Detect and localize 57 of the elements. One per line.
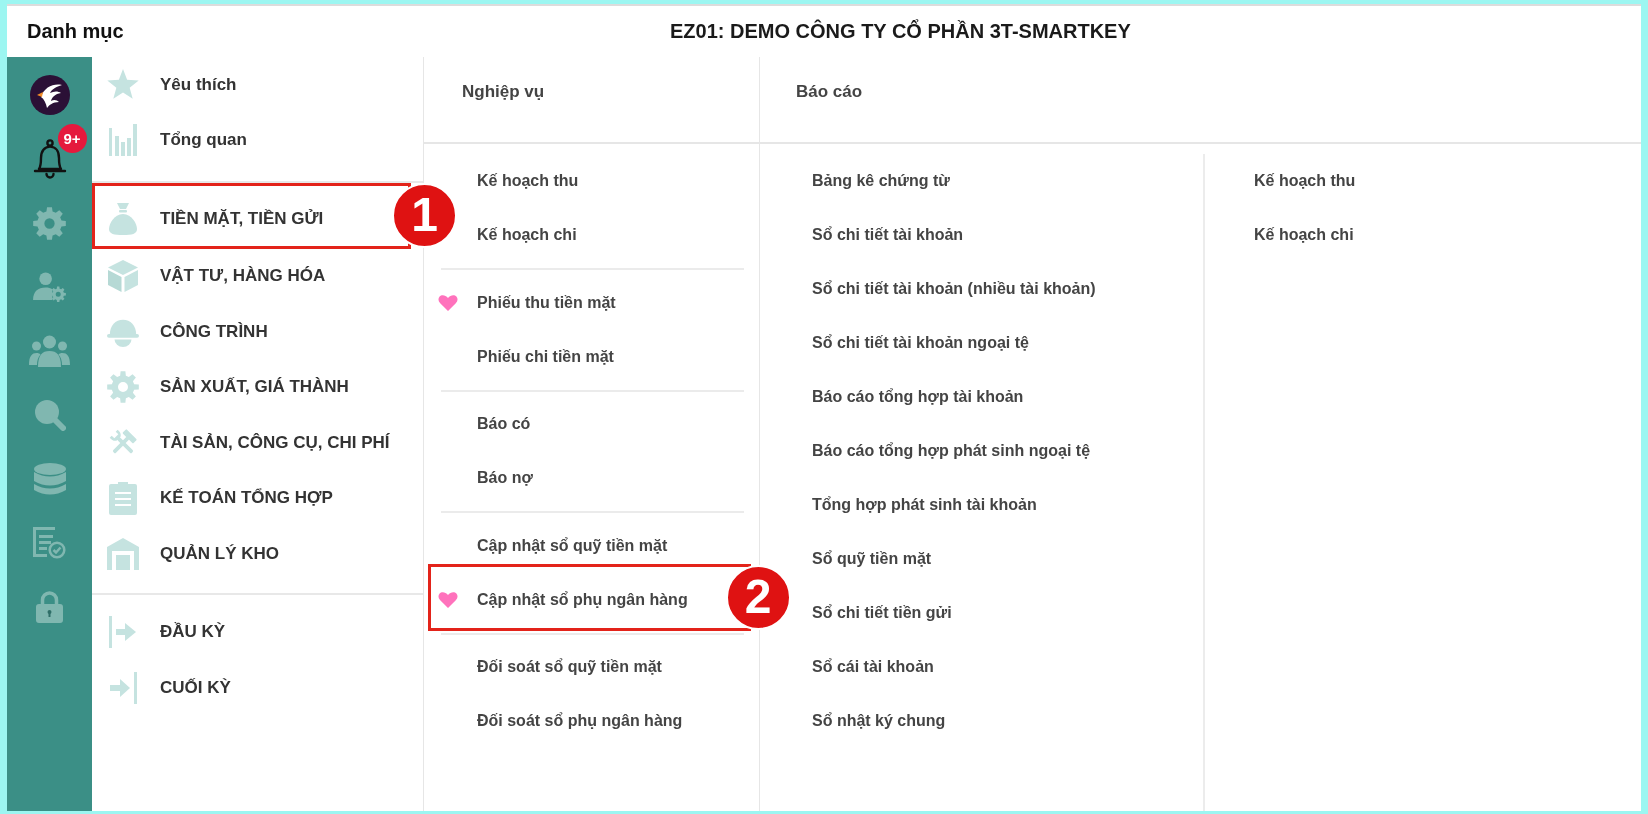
- menu-item[interactable]: Báo nợ: [477, 451, 533, 505]
- category-item[interactable]: SẢN XUẤT, GIÁ THÀNH: [92, 359, 423, 415]
- user-gear-icon[interactable]: [33, 272, 66, 302]
- category-item[interactable]: CÔNG TRÌNH: [92, 304, 423, 360]
- clipboard-icon: [109, 481, 137, 516]
- report-item[interactable]: Sổ chi tiết tài khoản ngoại tệ: [812, 316, 1029, 370]
- report-item[interactable]: Báo cáo tổng hợp phát sinh ngoại tệ: [812, 424, 1091, 478]
- category-item[interactable]: Yêu thích: [92, 57, 423, 113]
- star-icon: [107, 69, 139, 101]
- category-item[interactable]: ĐẦU KỲ: [92, 604, 423, 660]
- menu-item[interactable]: Cập nhật sổ quỹ tiền mặt: [477, 518, 668, 573]
- report-item[interactable]: Kế hoạch chi: [1254, 208, 1354, 262]
- settings-icon[interactable]: [33, 206, 66, 240]
- column-heading: Báo cáo: [796, 82, 863, 101]
- category-item[interactable]: TIỀN MẶT, TIỀN GỬI: [95, 193, 391, 246]
- menu-item[interactable]: Phiếu thu tiền mặt: [477, 275, 616, 330]
- gear-icon: [107, 371, 139, 404]
- category-item[interactable]: QUẢN LÝ KHO: [92, 526, 423, 582]
- report-item[interactable]: Sổ chi tiết tài khoản: [812, 208, 964, 262]
- report-item[interactable]: Kế hoạch thu: [1254, 154, 1356, 208]
- arrow-bar-icon: [109, 671, 137, 704]
- logo-icon[interactable]: [29, 75, 70, 115]
- bar-chart-icon: [109, 124, 137, 157]
- category-item[interactable]: KẾ TOÁN TỔNG HỢP: [92, 470, 423, 526]
- lock-icon[interactable]: [36, 591, 63, 623]
- menu-item[interactable]: Đối soát sổ quỹ tiền mặt: [477, 640, 662, 694]
- menu-item[interactable]: Báo có: [477, 397, 531, 451]
- document-check-icon[interactable]: [33, 527, 66, 559]
- search-icon[interactable]: [33, 399, 66, 431]
- step-callout: 2: [725, 564, 791, 630]
- column-heading: Nghiệp vụ: [462, 82, 545, 101]
- menu-item[interactable]: Đối soát sổ phụ ngân hàng: [477, 694, 683, 748]
- cube-icon: [108, 260, 138, 293]
- report-item[interactable]: Sổ chi tiết tiền gửi: [812, 586, 952, 640]
- report-item[interactable]: Sổ chi tiết tài khoản (nhiều tài khoản): [812, 262, 1096, 316]
- bag-icon: [109, 203, 137, 236]
- report-item[interactable]: Tổng hợp phát sinh tài khoản: [812, 478, 1037, 532]
- report-item[interactable]: Báo cáo tổng hợp tài khoản: [812, 370, 1024, 424]
- database-icon[interactable]: [33, 462, 66, 496]
- report-item[interactable]: Sổ cái tài khoản: [812, 640, 934, 694]
- warehouse-icon: [107, 537, 139, 570]
- menu-item[interactable]: Cập nhật sổ phụ ngân hàng: [477, 572, 688, 627]
- menu-item[interactable]: Phiếu chi tiền mặt: [477, 329, 614, 384]
- company-title: EZ01: DEMO CÔNG TY CỔ PHẦN 3T-SMARTKEY: [670, 20, 1131, 43]
- category-item[interactable]: CUỐI KỲ: [92, 660, 423, 716]
- menu-item[interactable]: Kế hoạch chi: [477, 208, 577, 262]
- category-item[interactable]: VẬT TƯ, HÀNG HÓA: [92, 248, 423, 304]
- menu-item[interactable]: Kế hoạch thu: [477, 154, 579, 208]
- category-item[interactable]: Tổng quan: [92, 112, 423, 168]
- notification-badge: 9+: [57, 123, 87, 153]
- users-icon[interactable]: [29, 335, 70, 367]
- report-item[interactable]: Bảng kê chứng từ: [812, 154, 950, 208]
- panel-title: Danh mục: [27, 20, 124, 42]
- category-item[interactable]: TÀI SẢN, CÔNG CỤ, CHI PHÍ: [92, 415, 423, 471]
- report-item[interactable]: Sổ quỹ tiền mặt: [812, 532, 932, 586]
- bar-arrow-icon: [109, 616, 137, 649]
- report-item[interactable]: Sổ nhật ký chung: [812, 694, 946, 748]
